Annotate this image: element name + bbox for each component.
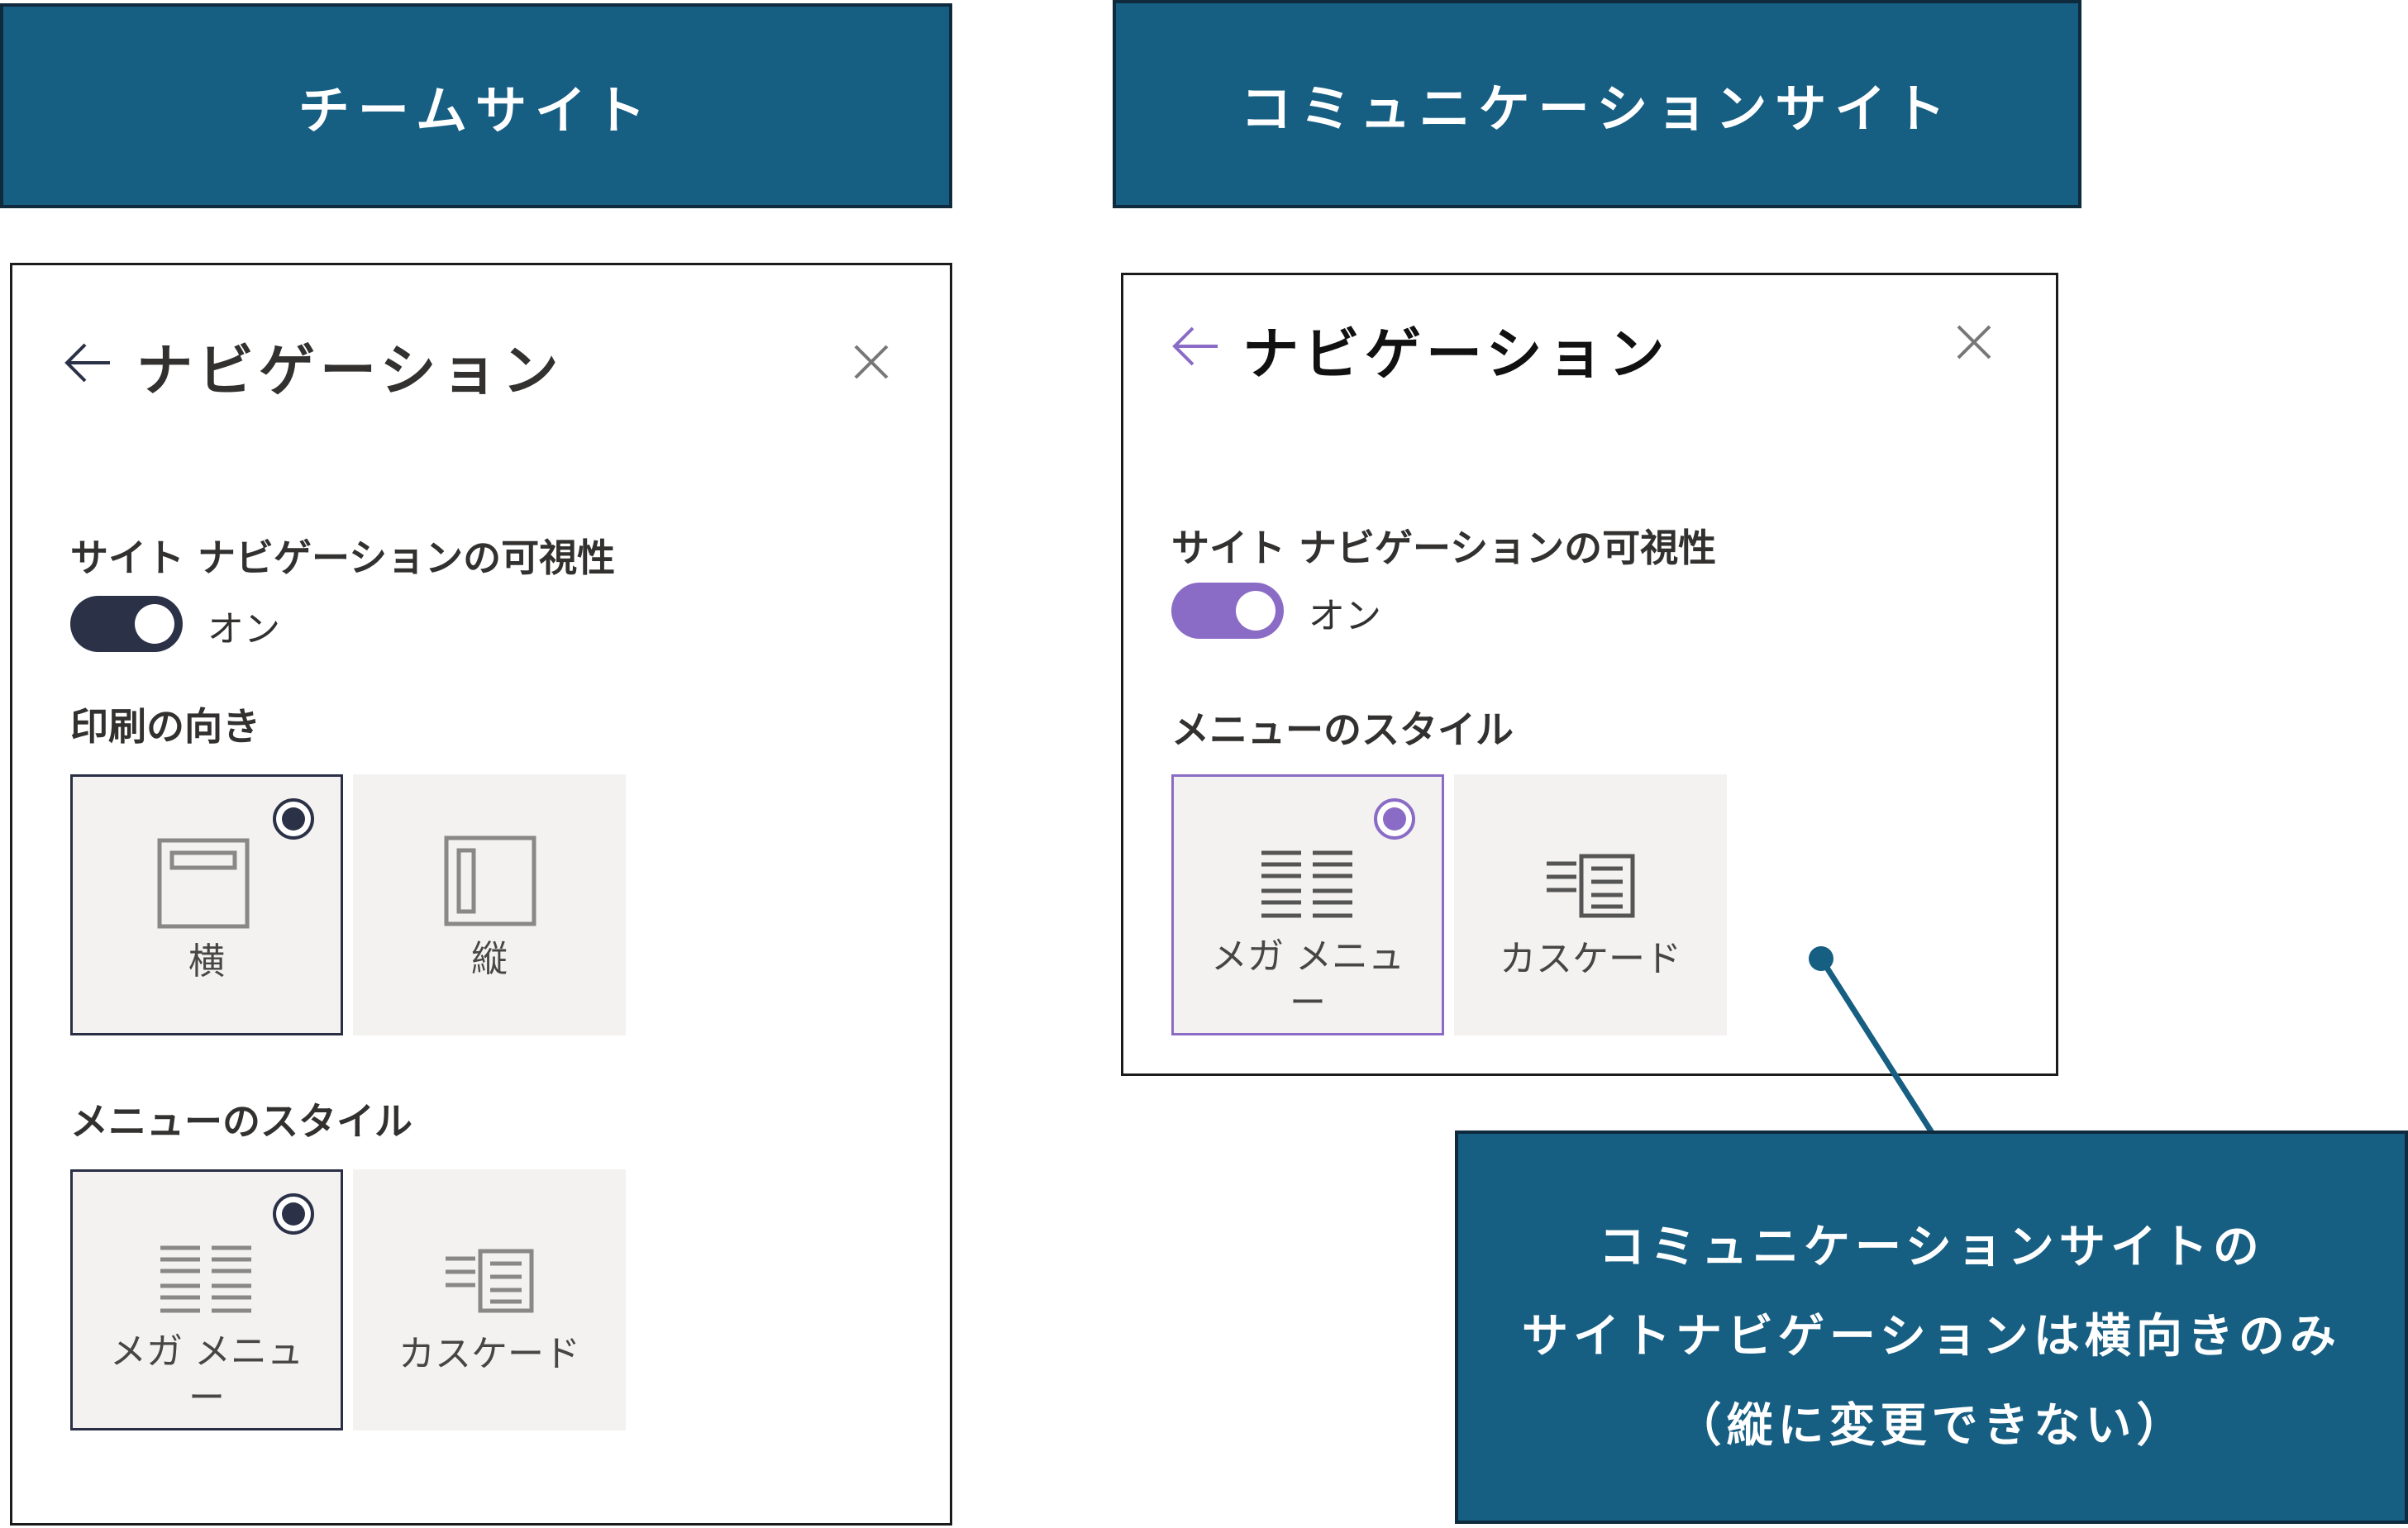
callout-line-3: （縦に変更できない）: [1675, 1399, 2188, 1453]
callout-line-2: サイトナビゲーションは横向きのみ: [1522, 1310, 2341, 1364]
callout-note: コミュニケーションサイトの サイトナビゲーションは横向きのみ （縦に変更できない…: [1455, 1131, 2408, 1524]
callout-line-1: コミュニケーションサイトの: [1599, 1221, 2264, 1274]
